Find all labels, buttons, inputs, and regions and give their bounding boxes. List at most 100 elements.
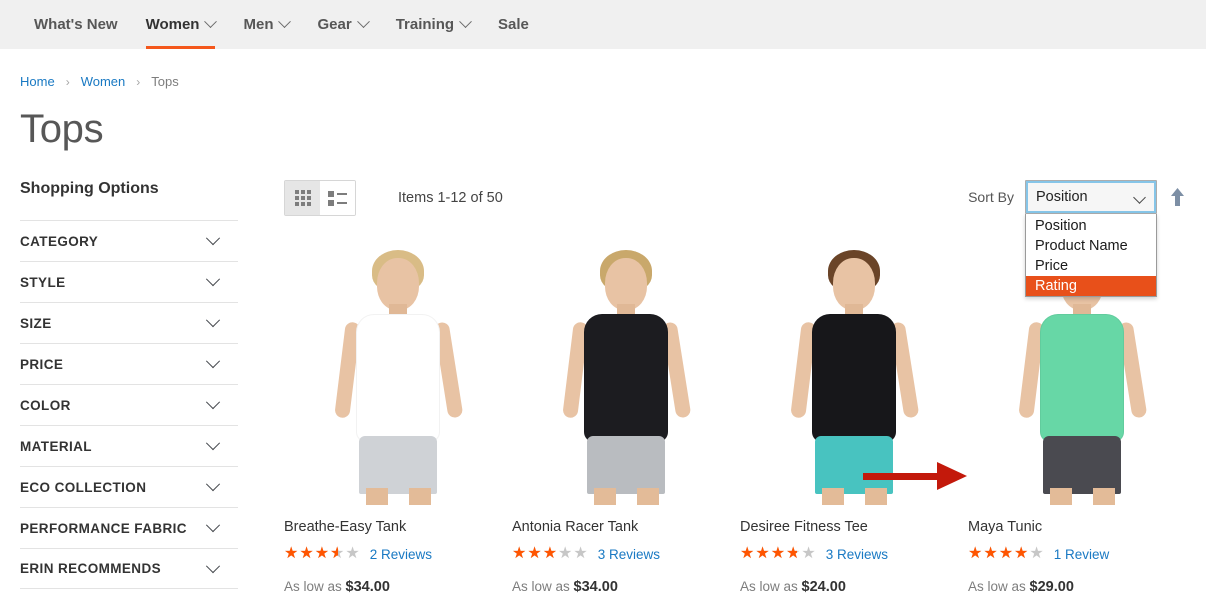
- sort-option-position[interactable]: Position: [1026, 216, 1156, 236]
- product-photo[interactable]: [284, 240, 512, 505]
- chevron-down-icon: [205, 354, 221, 369]
- list-icon: [328, 190, 347, 206]
- product-price: As low as $34.00: [284, 579, 512, 595]
- sort-option-rating[interactable]: Rating: [1026, 276, 1156, 296]
- page-layout: Shopping Options CATEGORY STYLE SIZE PRICE C…: [0, 152, 1206, 595]
- price-prefix: As low as: [512, 579, 570, 594]
- review-count-link[interactable]: 3 Reviews: [598, 547, 660, 562]
- chevron-down-icon: [205, 231, 221, 246]
- product-rating: ★★★★★★★★★★ 2 Reviews: [284, 546, 512, 562]
- filter-label: CATEGORY: [20, 233, 99, 249]
- sidebar-title: Shopping Options: [20, 180, 159, 197]
- product-card[interactable]: Desiree Fitness Tee ★★★★★★★★★★ 3 Reviews As…: [740, 240, 968, 595]
- price-prefix: As low as: [968, 579, 1026, 594]
- product-price: As low as $24.00: [740, 579, 968, 595]
- price-value: $24.00: [801, 579, 846, 595]
- review-count: 1: [1053, 546, 1062, 562]
- nav-item-whats-new[interactable]: What's New: [20, 0, 132, 49]
- product-price: As low as $34.00: [512, 579, 740, 595]
- main-navigation: What's New Women Men Gear Training Sale: [0, 0, 1206, 49]
- chevron-down-icon: [205, 436, 221, 451]
- nav-item-men[interactable]: Men: [229, 0, 303, 49]
- filter-label: ECO COLLECTION: [20, 479, 147, 495]
- chevron-down-icon: [204, 15, 218, 29]
- sort-option-price[interactable]: Price: [1026, 256, 1156, 276]
- filter-eco-collection[interactable]: ECO COLLECTION: [20, 466, 238, 507]
- filter-category[interactable]: CATEGORY: [20, 220, 238, 261]
- nav-item-gear[interactable]: Gear: [303, 0, 381, 49]
- product-card[interactable]: Breathe-Easy Tank ★★★★★★★★★★ 2 Reviews As l…: [284, 240, 512, 595]
- product-name[interactable]: Desiree Fitness Tee: [740, 519, 968, 535]
- filter-label: SIZE: [20, 315, 52, 331]
- breadcrumb-women[interactable]: Women: [81, 74, 126, 89]
- filter-style[interactable]: STYLE: [20, 261, 238, 302]
- filter-label: MATERIAL: [20, 438, 92, 454]
- star-rating-icon: ★★★★★★★★★★: [512, 545, 589, 562]
- star-rating-icon: ★★★★★★★★★★: [284, 545, 361, 562]
- sort-option-product-name[interactable]: Product Name: [1026, 236, 1156, 256]
- product-photo[interactable]: [512, 240, 740, 505]
- product-name[interactable]: Breathe-Easy Tank: [284, 519, 512, 535]
- product-rating: ★★★★★★★★★★ 1 Review: [968, 546, 1196, 562]
- arrow-up-icon: [1170, 188, 1184, 206]
- sort-options-dropdown: Position Product Name Price Rating: [1025, 214, 1157, 297]
- product-card[interactable]: Antonia Racer Tank ★★★★★★★★★★ 3 Reviews As …: [512, 240, 740, 595]
- filter-label: PRICE: [20, 356, 64, 372]
- product-name[interactable]: Antonia Racer Tank: [512, 519, 740, 535]
- price-value: $34.00: [345, 579, 390, 595]
- product-rating: ★★★★★★★★★★ 3 Reviews: [740, 546, 968, 562]
- breadcrumb-current: Tops: [151, 74, 179, 89]
- breadcrumb-home[interactable]: Home: [20, 74, 55, 89]
- nav-item-women[interactable]: Women: [132, 0, 230, 49]
- filter-color[interactable]: COLOR: [20, 384, 238, 425]
- product-image-figure: [512, 240, 740, 505]
- sort-select-wrapper: Position Position Product Name Price Rating: [1025, 180, 1157, 297]
- item-count: Items 1-12 of 50: [398, 190, 503, 206]
- sort-select[interactable]: Position: [1025, 180, 1157, 214]
- product-name[interactable]: Maya Tunic: [968, 519, 1196, 535]
- nav-item-label: Training: [395, 16, 455, 33]
- nav-item-training[interactable]: Training: [382, 0, 484, 49]
- filter-price[interactable]: PRICE: [20, 343, 238, 384]
- filter-list: CATEGORY STYLE SIZE PRICE COLOR MATERIAL ECO C…: [20, 220, 238, 589]
- filter-performance-fabric[interactable]: PERFORMANCE FABRIC: [20, 507, 238, 548]
- list-view-button[interactable]: [320, 181, 355, 215]
- review-count: 3: [597, 546, 606, 562]
- review-label: Review: [1065, 546, 1110, 562]
- chevron-down-icon: [205, 518, 221, 533]
- product-photo[interactable]: [740, 240, 968, 505]
- filter-label: COLOR: [20, 397, 71, 413]
- filter-label: ERIN RECOMMENDS: [20, 561, 162, 576]
- filter-label: PERFORMANCE FABRIC: [20, 520, 187, 536]
- review-count-link[interactable]: 1 Review: [1054, 547, 1110, 562]
- filter-material[interactable]: MATERIAL: [20, 425, 238, 466]
- chevron-down-icon: [278, 15, 292, 29]
- price-prefix: As low as: [740, 579, 798, 594]
- review-count-link[interactable]: 2 Reviews: [370, 547, 432, 562]
- breadcrumb-separator: ›: [65, 74, 70, 89]
- star-rating-icon: ★★★★★★★★★★: [968, 545, 1045, 562]
- filter-erin-recommends[interactable]: ERIN RECOMMENDS: [20, 548, 238, 589]
- page-title: Tops: [20, 107, 104, 151]
- grid-icon: [294, 190, 311, 206]
- filter-size[interactable]: SIZE: [20, 302, 238, 343]
- review-count-link[interactable]: 3 Reviews: [826, 547, 888, 562]
- nav-item-label: Men: [243, 16, 274, 33]
- sort-by-label: Sort By: [968, 189, 1014, 205]
- chevron-down-icon: [205, 272, 221, 287]
- chevron-down-icon: [1133, 191, 1146, 204]
- breadcrumb: Home › Women › Tops: [0, 49, 1206, 89]
- review-count: 3: [825, 546, 834, 562]
- price-prefix: As low as: [284, 579, 342, 594]
- sort-direction-button[interactable]: [1168, 186, 1186, 208]
- grid-view-button[interactable]: [285, 181, 320, 215]
- filter-label: STYLE: [20, 274, 66, 290]
- breadcrumb-separator: ›: [136, 74, 141, 89]
- sort-select-value: Position: [1036, 189, 1088, 205]
- shopping-options-sidebar: Shopping Options CATEGORY STYLE SIZE PRICE C…: [0, 180, 238, 595]
- star-rating-icon: ★★★★★★★★★★: [740, 545, 817, 562]
- chevron-down-icon: [205, 477, 221, 492]
- chevron-down-icon: [205, 558, 221, 573]
- nav-item-sale[interactable]: Sale: [484, 0, 543, 49]
- product-image-figure: [740, 240, 968, 505]
